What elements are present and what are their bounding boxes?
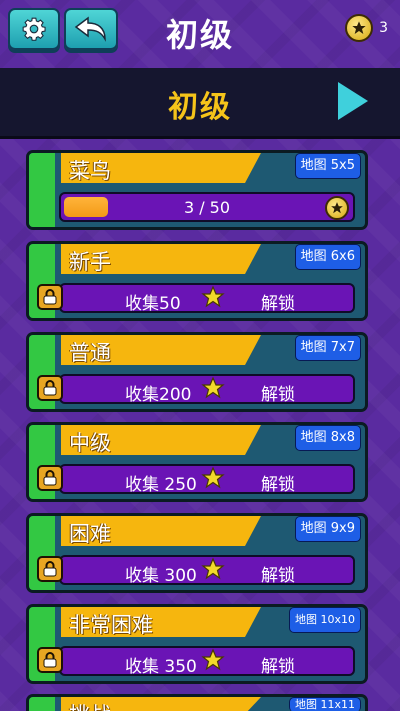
progress-text: 3 / 50 bbox=[183, 198, 231, 217]
star-icon bbox=[201, 376, 225, 399]
difficulty-header: 初级 bbox=[0, 68, 400, 139]
unlock-requirement: 收集 300 bbox=[125, 566, 197, 586]
star-icon bbox=[201, 466, 225, 489]
level-label: 新手 bbox=[61, 244, 261, 274]
unlock-requirement: 收集 350 bbox=[125, 657, 197, 677]
card-accent-strip bbox=[29, 697, 55, 711]
map-size-badge: 地图 11x11 bbox=[288, 697, 361, 711]
level-label: 挑战 bbox=[61, 697, 261, 711]
star-icon bbox=[201, 285, 225, 308]
level-card-hard[interactable]: 困难 地图 9x9 收集 300 解锁 bbox=[26, 513, 368, 593]
coin-count: 3 bbox=[379, 20, 388, 36]
map-size-badge: 地图 5x5 bbox=[294, 153, 361, 179]
unlock-label: 解锁 bbox=[261, 657, 295, 677]
level-card-intermediate[interactable]: 中级 地图 8x8 收集 250 解锁 bbox=[26, 422, 368, 502]
page-title: 初级 bbox=[165, 16, 234, 54]
level-label: 普通 bbox=[61, 335, 261, 365]
level-card-very-hard[interactable]: 非常困难 地图 10x10 收集 350 解锁 bbox=[26, 604, 368, 684]
level-card-novice[interactable]: 新手 地图 6x6 收集50 解锁 bbox=[26, 241, 368, 321]
star-coin-icon bbox=[325, 196, 349, 220]
level-card-normal[interactable]: 普通 地图 7x7 收集200 解锁 bbox=[26, 332, 368, 412]
unlock-bar[interactable]: 收集50 解锁 bbox=[37, 283, 355, 314]
map-size-badge: 地图 9x9 bbox=[294, 516, 361, 542]
lock-icon bbox=[37, 375, 63, 401]
next-difficulty-arrow-icon[interactable] bbox=[338, 82, 368, 120]
card-accent-strip bbox=[29, 153, 55, 227]
star-icon bbox=[201, 648, 225, 671]
star-icon bbox=[201, 557, 225, 580]
top-bar: 初级 3 bbox=[0, 0, 400, 68]
lock-icon bbox=[37, 647, 63, 673]
lock-icon bbox=[37, 284, 63, 310]
level-card-rookie[interactable]: 菜鸟 地图 5x5 3 / 50 bbox=[26, 150, 368, 230]
progress-bar: 3 / 50 bbox=[59, 192, 355, 222]
unlock-label: 解锁 bbox=[261, 475, 295, 495]
map-size-badge: 地图 10x10 bbox=[288, 607, 361, 633]
level-label: 菜鸟 bbox=[61, 153, 261, 183]
unlock-requirement: 收集200 bbox=[125, 385, 192, 405]
unlock-label: 解锁 bbox=[261, 385, 295, 405]
level-label: 困难 bbox=[61, 516, 261, 546]
star-coin-icon bbox=[345, 14, 374, 42]
unlock-requirement: 收集50 bbox=[125, 294, 181, 314]
unlock-requirement: 收集 250 bbox=[125, 475, 197, 495]
unlock-bar[interactable]: 收集 250 解锁 bbox=[37, 464, 355, 495]
level-label: 非常困难 bbox=[61, 607, 261, 637]
unlock-bar[interactable]: 收集 350 解锁 bbox=[37, 646, 355, 677]
coin-counter: 3 bbox=[345, 14, 388, 42]
unlock-label: 解锁 bbox=[261, 566, 295, 586]
level-card-challenge[interactable]: 挑战 地图 11x11 bbox=[26, 694, 368, 711]
unlock-bar[interactable]: 收集 300 解锁 bbox=[37, 555, 355, 586]
map-size-badge: 地图 7x7 bbox=[294, 335, 361, 361]
unlock-label: 解锁 bbox=[261, 294, 295, 314]
map-size-badge: 地图 8x8 bbox=[294, 425, 361, 451]
map-size-badge: 地图 6x6 bbox=[294, 244, 361, 270]
level-label: 中级 bbox=[61, 425, 261, 455]
unlock-bar[interactable]: 收集200 解锁 bbox=[37, 374, 355, 405]
lock-icon bbox=[37, 465, 63, 491]
lock-icon bbox=[37, 556, 63, 582]
